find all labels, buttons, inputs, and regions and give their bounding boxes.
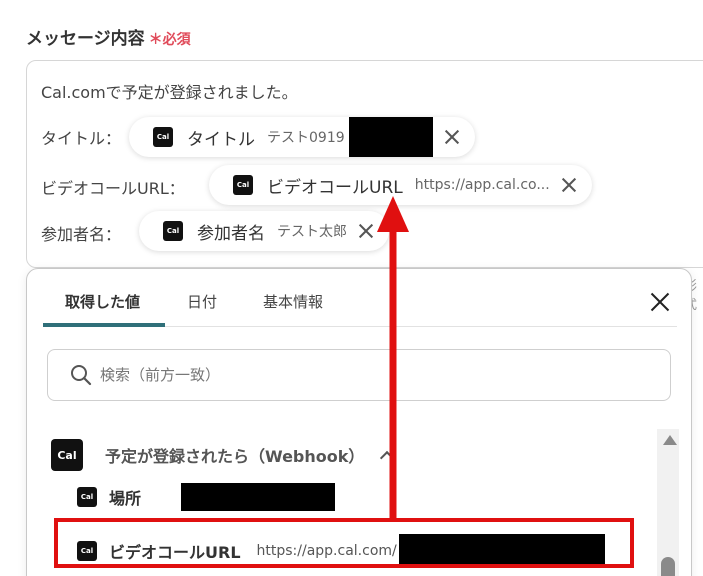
- cal-icon: Cal: [153, 127, 173, 147]
- annotation-highlight-box: [54, 518, 634, 568]
- trigger-group-header[interactable]: Cal 予定が登録されたら（Webhook）: [51, 439, 395, 471]
- search-icon: [71, 365, 92, 386]
- chip-name: タイトル: [187, 129, 255, 150]
- close-icon[interactable]: [355, 220, 377, 242]
- scroll-up-icon[interactable]: [663, 435, 677, 445]
- cal-icon: Cal: [233, 175, 253, 195]
- chip-name: ビデオコールURL: [267, 177, 403, 198]
- item-name: 場所: [109, 489, 142, 508]
- intro-text: Cal.comで予定が登録されました。: [41, 83, 298, 102]
- required-mark: ＊: [148, 32, 163, 48]
- row-label-title: タイトル：: [41, 129, 122, 148]
- redaction-block: [181, 483, 336, 511]
- required-text: 必須: [162, 32, 191, 48]
- search-input[interactable]: [100, 366, 600, 384]
- list-item-location[interactable]: Cal 場所: [77, 483, 336, 511]
- message-label-text: メッセージ内容: [26, 29, 145, 49]
- chip-value: テスト太郎: [277, 224, 347, 240]
- chip-value: テスト0919: [267, 130, 345, 146]
- chip-value: https://app.cal.co...: [414, 177, 550, 193]
- tab-basic-info[interactable]: 基本情報: [263, 291, 323, 312]
- search-box[interactable]: [47, 349, 671, 401]
- message-label: メッセージ内容 ＊必須: [26, 24, 191, 49]
- group-title: 予定が登録されたら（Webhook）: [105, 447, 365, 466]
- cal-icon: Cal: [163, 221, 183, 241]
- close-icon[interactable]: [647, 289, 673, 315]
- active-tab-indicator: [43, 323, 165, 327]
- scrollbar[interactable]: [657, 429, 679, 576]
- chip-attendee[interactable]: Cal 参加者名 テスト太郎: [139, 211, 389, 251]
- chip-name: 参加者名: [197, 223, 265, 244]
- chevron-up-icon: [380, 450, 395, 466]
- tab-fetched-values[interactable]: 取得した値: [65, 291, 140, 312]
- tab-date[interactable]: 日付: [187, 291, 217, 312]
- cal-icon: Cal: [77, 487, 97, 507]
- cal-icon: Cal: [51, 439, 83, 471]
- scroll-thumb[interactable]: [661, 557, 675, 576]
- row-label-attendee: 参加者名：: [41, 225, 122, 244]
- redaction-block: [348, 117, 433, 157]
- chip-video-url[interactable]: Cal ビデオコールURL https://app.cal.co...: [209, 165, 592, 205]
- row-label-video-url: ビデオコールURL：: [41, 179, 185, 198]
- required-badge: ＊必須: [149, 32, 191, 48]
- close-icon[interactable]: [441, 126, 463, 148]
- message-editor[interactable]: Cal.comで予定が登録されました。 タイトル： Cal タイトル テスト09…: [26, 60, 703, 268]
- close-icon[interactable]: [558, 174, 580, 196]
- chip-title[interactable]: Cal タイトル テスト0919: [129, 117, 475, 157]
